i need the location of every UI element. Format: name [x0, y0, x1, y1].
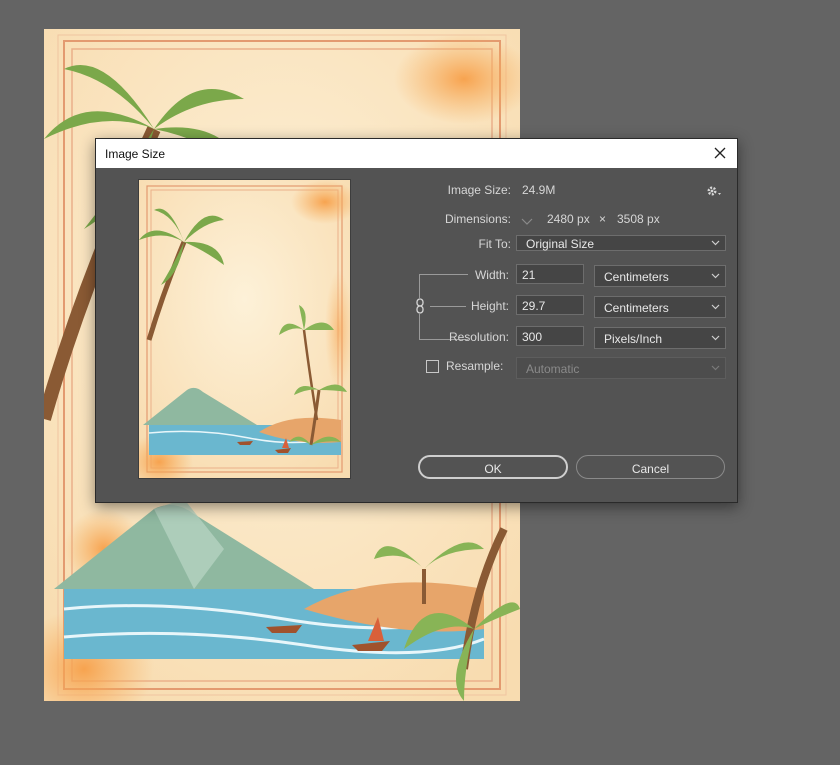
- image-size-label: Image Size:: [447, 183, 511, 197]
- chevron-down-icon: [711, 240, 720, 246]
- resolution-unit-select[interactable]: Pixels/Inch: [594, 327, 726, 349]
- width-unit-value: Centimeters: [604, 270, 669, 284]
- fit-to-label: Fit To:: [478, 237, 511, 251]
- height-unit-select[interactable]: Centimeters: [594, 296, 726, 318]
- link-icon: [416, 298, 424, 314]
- width-unit-select[interactable]: Centimeters: [594, 265, 726, 287]
- height-input[interactable]: 29.7: [516, 295, 584, 315]
- resample-method-value: Automatic: [526, 362, 580, 376]
- close-button[interactable]: [707, 141, 733, 166]
- chevron-down-icon: [711, 335, 720, 341]
- resample-label: Resample:: [446, 359, 504, 373]
- width-label: Width:: [474, 268, 509, 282]
- cancel-label: Cancel: [631, 462, 670, 476]
- dimensions-units-toggle[interactable]: [521, 214, 533, 232]
- dialog-title: Image Size: [105, 147, 166, 161]
- dimensions-times: ×: [599, 212, 607, 226]
- close-icon: [714, 147, 726, 159]
- resolution-unit-value: Pixels/Inch: [604, 332, 663, 346]
- cancel-button[interactable]: Cancel: [576, 455, 725, 479]
- image-preview[interactable]: [138, 179, 351, 479]
- dimensions-width: 2480 px: [547, 212, 590, 226]
- image-size-value: 24.9M: [522, 183, 556, 197]
- resample-checkbox[interactable]: [426, 360, 439, 373]
- chevron-down-icon: [521, 218, 533, 225]
- chevron-down-icon: [711, 273, 720, 279]
- resample-method-select[interactable]: Automatic: [516, 357, 726, 379]
- height-label: Height:: [470, 299, 509, 313]
- settings-button[interactable]: [706, 184, 722, 202]
- dimensions-label: Dimensions:: [444, 212, 511, 226]
- chevron-down-icon: [711, 365, 720, 371]
- ok-label: OK: [484, 462, 502, 476]
- fit-to-select[interactable]: Original Size: [516, 235, 726, 251]
- gear-icon: [707, 186, 721, 196]
- chevron-down-icon: [711, 304, 720, 310]
- constrain-proportions-button[interactable]: [414, 298, 426, 314]
- width-input[interactable]: 21: [516, 264, 584, 284]
- resolution-label: Resolution:: [448, 330, 509, 344]
- fit-to-value: Original Size: [526, 237, 595, 251]
- resolution-input[interactable]: 300: [516, 326, 584, 346]
- image-size-dialog: Image Size Image Size: 24.9M Dimensions:…: [95, 138, 738, 503]
- dialog-titlebar[interactable]: Image Size: [96, 139, 737, 168]
- resolution-value: 300: [522, 330, 543, 344]
- dimensions-height: 3508 px: [617, 212, 660, 226]
- ok-button[interactable]: OK: [418, 455, 568, 479]
- preview-artwork: [139, 180, 350, 478]
- height-value: 29.7: [522, 299, 546, 313]
- width-value: 21: [522, 268, 536, 282]
- height-unit-value: Centimeters: [604, 301, 669, 315]
